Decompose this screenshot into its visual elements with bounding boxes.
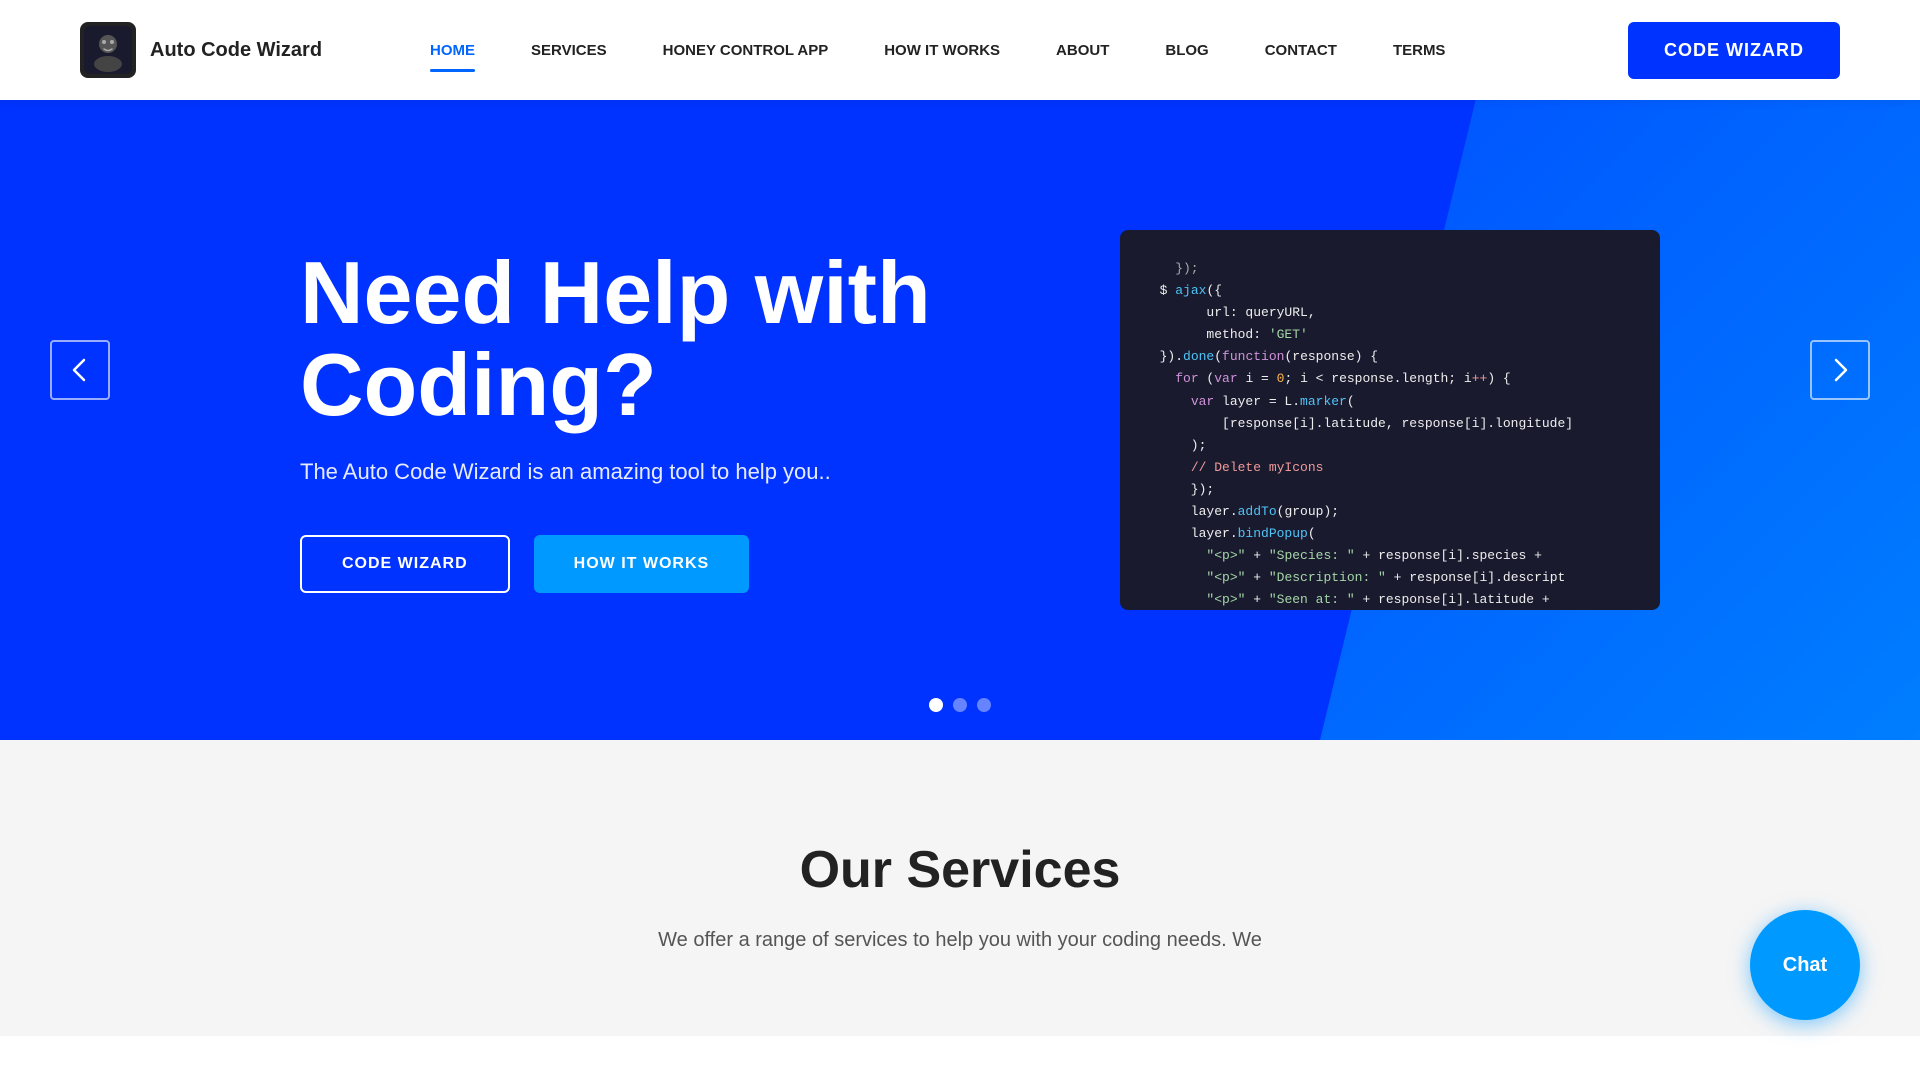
nav-links: HOME SERVICES HONEY CONTROL APP HOW IT W… [402,0,1628,100]
hero-code-image: }); $ ajax({ url: queryURL, method: 'GET… [1120,230,1680,610]
slide-dots [929,698,991,712]
nav-terms[interactable]: TERMS [1365,0,1474,100]
hero-section: Need Help with Coding? The Auto Code Wiz… [0,0,1920,740]
code-display: }); $ ajax({ url: queryURL, method: 'GET… [1120,230,1660,610]
hero-buttons: CODE WIZARD HOW IT WORKS [300,535,1000,593]
logo-link[interactable]: Auto Code Wizard [80,22,322,78]
hero-inner: Need Help with Coding? The Auto Code Wiz… [0,170,1920,670]
hero-next-button[interactable] [1810,340,1870,400]
hero-subtitle: The Auto Code Wizard is an amazing tool … [300,459,1000,485]
services-section: Our Services We offer a range of service… [0,740,1920,1036]
logo-avatar [80,22,136,78]
brand-name: Auto Code Wizard [150,38,322,62]
hero-code-wizard-button[interactable]: CODE WIZARD [300,535,510,593]
nav-blog[interactable]: BLOG [1137,0,1236,100]
nav-cta-button[interactable]: CODE WIZARD [1628,22,1840,79]
nav-honey-control[interactable]: HONEY CONTROL APP [635,0,857,100]
chat-button[interactable]: Chat [1750,910,1860,1020]
nav-how-it-works[interactable]: HOW IT WORKS [856,0,1028,100]
hero-title: Need Help with Coding? [300,247,1000,432]
hero-prev-button[interactable] [50,340,110,400]
nav-about[interactable]: ABOUT [1028,0,1137,100]
slide-dot-1[interactable] [929,698,943,712]
nav-services[interactable]: SERVICES [503,0,635,100]
services-title: Our Services [200,840,1720,900]
slide-dot-2[interactable] [953,698,967,712]
nav-home[interactable]: HOME [402,0,503,100]
hero-how-it-works-button[interactable]: HOW IT WORKS [534,535,750,593]
navbar: Auto Code Wizard HOME SERVICES HONEY CON… [0,0,1920,100]
nav-contact[interactable]: CONTACT [1237,0,1365,100]
hero-text-block: Need Help with Coding? The Auto Code Wiz… [300,247,1000,594]
services-description: We offer a range of services to help you… [560,924,1360,956]
chat-label: Chat [1783,954,1827,977]
slide-dot-3[interactable] [977,698,991,712]
